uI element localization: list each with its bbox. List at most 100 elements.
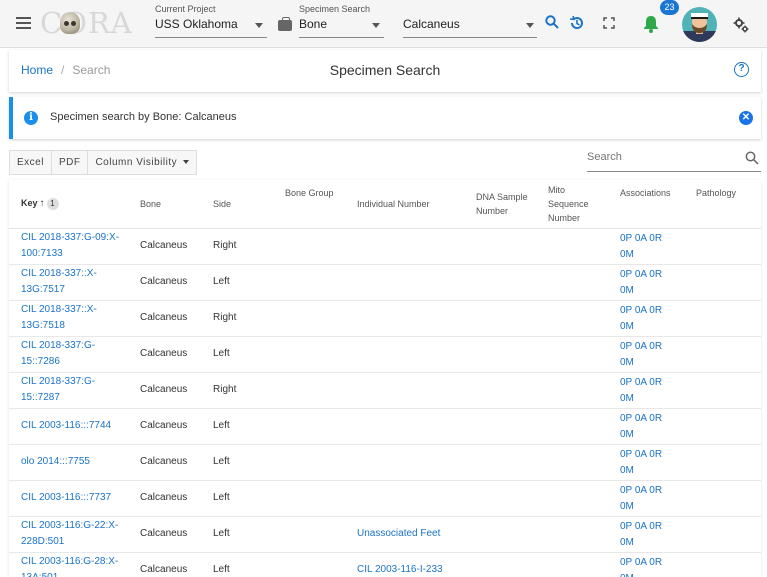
search-icon[interactable] [545, 15, 559, 29]
specimen-key-link[interactable]: CIL 2018-337:G-15::7287 [9, 372, 128, 409]
associations-link[interactable]: 0P 0A 0R 0M [608, 552, 684, 577]
column-header-dna-sample-number[interactable]: DNA Sample Number [464, 180, 536, 229]
page-title: Specimen Search [329, 62, 441, 78]
cell-bone-group [273, 372, 345, 409]
cell-side: Left [201, 552, 273, 577]
cell-dna-sample-number [464, 336, 536, 373]
cell-mito-sequence-number [536, 552, 608, 577]
cell-bone: Calcaneus [128, 228, 201, 265]
table-row[interactable]: CIL 2018-337::X-13G:7517 Calcaneus Left 0P … [9, 264, 761, 301]
cell-dna-sample-number [464, 372, 536, 409]
specimen-search-type-select[interactable]: Specimen Search Bone [299, 4, 384, 38]
help-icon[interactable]: ? [734, 62, 749, 77]
cell-side: Left [201, 444, 273, 481]
table-row[interactable]: CIL 2003-116:G-28:X-13A:501CalcaneusLeft… [9, 552, 761, 577]
table-row[interactable]: olo 2014:::7755 Calcaneus Left 0P 0A 0R 0M [9, 444, 761, 481]
table-row[interactable]: CIL 2003-116:::7737 Calcaneus Left 0P 0A 0R… [9, 480, 761, 517]
specimen-key-link[interactable]: CIL 2003-116:::7737 [9, 480, 128, 517]
column-header-key[interactable]: Key ↑ 1 [9, 180, 128, 229]
table-row[interactable]: CIL 2018-337:G-15::7287 Calcaneus Right 0P … [9, 372, 761, 409]
table-search-placeholder: Search [587, 151, 622, 163]
current-project-select[interactable]: Current Project USS Oklahoma [155, 4, 267, 38]
close-icon[interactable]: ✕ [739, 111, 753, 125]
cell-pathology [684, 480, 761, 517]
table-row[interactable]: CIL 2018-337::X-13G:7518 Calcaneus Right 0P… [9, 300, 761, 337]
notification-count-badge: 23 [660, 0, 679, 15]
history-icon[interactable] [569, 15, 585, 31]
associations-link[interactable]: 0P 0A 0R 0M [608, 408, 684, 445]
associations-link[interactable]: 0P 0A 0R 0M [608, 228, 684, 265]
cell-side: Right [201, 228, 273, 265]
bone-select[interactable]: Calcaneus [403, 4, 537, 38]
column-visibility-button[interactable]: Column Visibility [88, 151, 196, 174]
associations-link[interactable]: 0P 0A 0R 0M [608, 516, 684, 553]
cell-mito-sequence-number [536, 372, 608, 409]
associations-link[interactable]: 0P 0A 0R 0M [608, 264, 684, 301]
associations-link[interactable]: 0P 0A 0R 0M [608, 372, 684, 409]
cell-bone-group [273, 264, 345, 301]
column-header-associations[interactable]: Associations [608, 180, 684, 229]
associations-link[interactable]: 0P 0A 0R 0M [608, 480, 684, 517]
cell-dna-sample-number [464, 300, 536, 337]
chevron-down-icon [372, 23, 380, 28]
column-header-bone[interactable]: Bone [128, 180, 201, 229]
cell-bone: Calcaneus [128, 480, 201, 517]
cell-pathology [684, 336, 761, 373]
cell-bone: Calcaneus [128, 300, 201, 337]
user-avatar[interactable] [682, 7, 717, 42]
cell-pathology [684, 516, 761, 553]
cell-bone-group [273, 408, 345, 445]
column-header-pathology[interactable]: Pathology [684, 180, 761, 229]
column-header-individual-number[interactable]: Individual Number [345, 180, 464, 229]
cell-individual-number [345, 408, 464, 445]
column-header-bone-group[interactable]: Bone Group [273, 180, 345, 229]
cell-bone-group [273, 300, 345, 337]
cell-mito-sequence-number [536, 408, 608, 445]
cell-bone: Calcaneus [128, 552, 201, 577]
specimen-key-link[interactable]: CIL 2003-116:G-28:X-13A:501 [9, 552, 128, 577]
cell-mito-sequence-number [536, 444, 608, 481]
cell-individual-number [345, 372, 464, 409]
excel-export-button[interactable]: Excel [10, 151, 52, 174]
cell-dna-sample-number [464, 480, 536, 517]
specimen-key-link[interactable]: CIL 2003-116:G-22:X-228D:501 [9, 516, 128, 553]
cell-bone: Calcaneus [128, 516, 201, 553]
info-banner-text: Specimen search by Bone: Calcaneus [50, 111, 237, 123]
hamburger-menu-icon[interactable] [16, 17, 31, 29]
chevron-down-icon [183, 160, 190, 165]
cell-individual-number[interactable]: Unassociated Feet [345, 516, 464, 553]
column-header-mito-sequence-number[interactable]: Mito Sequence Number [536, 180, 608, 229]
app-logo[interactable]: CORA [40, 6, 133, 40]
specimen-key-link[interactable]: CIL 2018-337::X-13G:7518 [9, 300, 128, 337]
table-row[interactable]: CIL 2003-116:G-22:X-228D:501 Calcaneus Lef… [9, 516, 761, 553]
fullscreen-icon[interactable] [603, 17, 615, 29]
bone-select-value: Calcaneus [403, 17, 460, 31]
specimen-key-link[interactable]: olo 2014:::7755 [9, 444, 128, 481]
briefcase-icon [278, 17, 292, 31]
table-row[interactable]: CIL 2018-337:G-09:X-100:7133 Calcaneus Rig… [9, 228, 761, 265]
cell-pathology [684, 552, 761, 577]
cell-individual-number [345, 300, 464, 337]
table-row[interactable]: CIL 2003-116:::7744 Calcaneus Left 0P 0A 0R… [9, 408, 761, 445]
specimen-key-link[interactable]: CIL 2018-337:G-09:X-100:7133 [9, 228, 128, 265]
search-icon[interactable] [745, 151, 759, 165]
table-row[interactable]: CIL 2018-337:G-15::7286 Calcaneus Left 0P 0… [9, 336, 761, 373]
associations-link[interactable]: 0P 0A 0R 0M [608, 444, 684, 481]
associations-link[interactable]: 0P 0A 0R 0M [608, 300, 684, 337]
specimen-key-link[interactable]: CIL 2018-337:G-15::7286 [9, 336, 128, 373]
specimen-key-link[interactable]: CIL 2018-337::X-13G:7517 [9, 264, 128, 301]
cell-mito-sequence-number [536, 480, 608, 517]
sort-order-badge: 1 [46, 198, 59, 211]
cell-individual-number[interactable]: CIL 2003-116-I-233 [345, 552, 464, 577]
associations-link[interactable]: 0P 0A 0R 0M [608, 336, 684, 373]
cell-individual-number [345, 228, 464, 265]
table-search-input[interactable]: Search [587, 148, 761, 172]
pdf-export-button[interactable]: PDF [52, 151, 89, 174]
cell-mito-sequence-number [536, 264, 608, 301]
cell-individual-number [345, 444, 464, 481]
specimen-key-link[interactable]: CIL 2003-116:::7744 [9, 408, 128, 445]
column-header-side[interactable]: Side [201, 180, 273, 229]
notifications-bell-icon[interactable] [641, 14, 661, 34]
cell-bone-group [273, 444, 345, 481]
settings-gears-icon[interactable] [733, 17, 749, 33]
